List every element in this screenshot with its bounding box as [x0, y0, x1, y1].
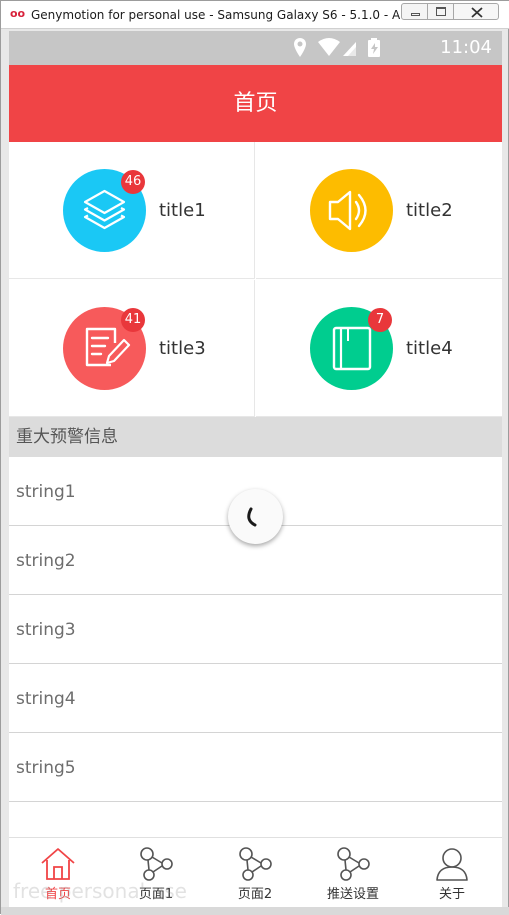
tab-label: 关于 — [438, 887, 465, 902]
tab-home[interactable]: 首页 — [9, 838, 107, 907]
grid-icon-circle — [310, 169, 393, 252]
tab-page2[interactable]: 页面2 — [206, 838, 304, 907]
page-title: 首页 — [233, 91, 278, 116]
clock: 11:04 — [440, 37, 492, 58]
tab-push-settings[interactable]: 推送设置 — [304, 838, 402, 907]
status-bar: 11:04 — [9, 31, 502, 65]
list-item-label: string5 — [16, 758, 76, 778]
app-bar: 首页 — [9, 65, 502, 142]
close-icon — [471, 7, 483, 18]
notification-badge: 41 — [121, 308, 145, 332]
notification-badge: 7 — [368, 308, 392, 332]
share-nodes-icon — [140, 847, 173, 881]
share-nodes-icon — [239, 847, 272, 881]
section-header: 重大预警信息 — [9, 417, 502, 457]
list-item-label: string4 — [16, 689, 76, 709]
emulator-window: oo Genymotion for personal use - Samsung… — [0, 0, 509, 915]
genymotion-logo-icon: oo — [10, 7, 26, 20]
share-nodes-icon — [337, 847, 370, 881]
list-item[interactable]: string5 — [9, 733, 502, 802]
location-icon — [294, 38, 306, 57]
tab-label: 推送设置 — [326, 887, 379, 902]
maximize-icon — [436, 7, 446, 16]
minimize-icon — [411, 13, 420, 16]
tab-label: 首页 — [44, 887, 71, 902]
list-item-label: string2 — [16, 551, 76, 571]
progress-arc-icon — [247, 507, 257, 527]
list-item-label: string3 — [16, 620, 76, 640]
list-item-label: string1 — [16, 482, 76, 502]
list-item[interactable]: string4 — [9, 664, 502, 733]
grid-item-label: title4 — [406, 338, 453, 359]
status-icons — [294, 38, 380, 57]
tab-label: 页面1 — [138, 887, 174, 902]
grid-item-title1[interactable]: 46 title1 — [9, 142, 255, 279]
grid-item-title2[interactable]: title2 — [256, 142, 502, 279]
tab-about[interactable]: 关于 — [403, 838, 501, 907]
section-title: 重大预警信息 — [16, 427, 118, 447]
user-icon — [436, 848, 468, 881]
maximize-button[interactable] — [427, 3, 454, 20]
window-title: Genymotion for personal use - Samsung Ga… — [31, 8, 401, 22]
battery-icon — [368, 38, 380, 57]
list-item[interactable]: string3 — [9, 595, 502, 664]
tab-page1[interactable]: 页面1 — [107, 838, 205, 907]
tab-label: 页面2 — [237, 887, 273, 902]
grid-item-title3[interactable]: 41 title3 — [9, 280, 255, 417]
feature-grid: 46 title1 title2 41 title3 7 title4 — [9, 142, 502, 417]
window-title-bar: oo Genymotion for personal use - Samsung… — [1, 1, 509, 29]
wifi-icon — [318, 38, 340, 56]
loading-spinner — [228, 489, 283, 544]
grid-item-title4[interactable]: 7 title4 — [256, 280, 502, 417]
grid-item-label: title1 — [159, 200, 206, 221]
cell-signal-icon — [343, 42, 356, 56]
home-icon — [41, 848, 75, 880]
speaker-icon — [328, 190, 367, 231]
minimize-button[interactable] — [401, 3, 428, 20]
device-screen: 11:04 首页 46 title1 title2 41 title3 7 ti… — [9, 31, 502, 907]
close-button[interactable] — [453, 3, 499, 20]
bottom-navigation: 首页 页面1 页面2 推送设置 关于 free personal use — [9, 837, 502, 907]
grid-item-label: title3 — [159, 338, 206, 359]
grid-item-label: title2 — [406, 200, 453, 221]
notification-badge: 46 — [121, 170, 145, 194]
